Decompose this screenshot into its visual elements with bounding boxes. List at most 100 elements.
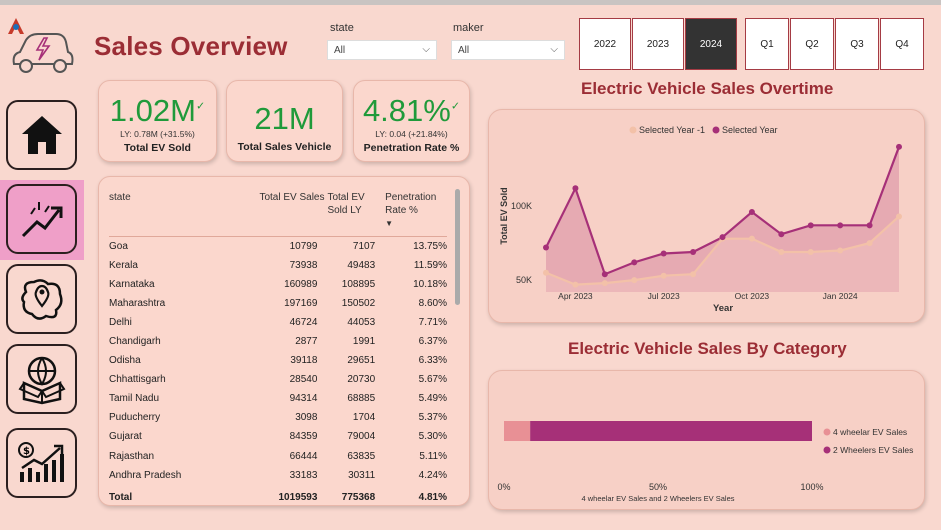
maker-filter-value: All [458,45,470,56]
table-row[interactable]: Goa 10799 7107 13.75% [109,237,447,256]
nav-global-shipping-button[interactable] [6,344,77,414]
data-point-previous-year [631,277,638,284]
x-tick-label: Apr 2023 [558,291,593,301]
kpi-penetration-rate: 4.81%✓ LY: 0.04 (+21.84%) Penetration Ra… [353,80,470,162]
data-point-selected-year [572,185,579,192]
cell-total-ev-sales: 73938 [289,259,318,271]
chart-title-sales-overtime: Electric Vehicle Sales Overtime [581,79,834,98]
cell-total-ev-sold-ly: 68885 [347,393,376,405]
table-row[interactable]: Odisha 39118 29651 6.33% [109,351,447,370]
nav-home-button[interactable] [6,100,77,170]
column-header-penetration-rate[interactable]: Penetration Rate % ▼ [385,191,447,237]
globe-box-icon [18,356,65,405]
cell-penetration-rate: 5.67% [418,374,447,386]
table-row[interactable]: Kerala 73938 49483 11.59% [109,256,447,275]
nav-revenue-growth-button[interactable]: $ [6,428,77,498]
x-axis-label: Year [713,303,733,314]
nav-sales-trend-button[interactable] [6,184,77,254]
data-point-previous-year [690,271,697,278]
cell-total-ev-sold-ly: 7107 [352,240,376,252]
cell-state: Gujarat [109,431,142,443]
data-point-selected-year [778,231,785,238]
scrollbar-thumb[interactable] [455,189,460,305]
sort-descending-icon: ▼ [385,219,394,228]
data-point-previous-year [837,247,844,254]
data-point-previous-year [807,249,814,255]
cell-total-ev-sales: 197169 [284,297,318,309]
legend-marker-2-wheeler [823,446,831,454]
nav-state-map-button[interactable] [6,264,77,334]
kpi-label: Total EV Sold [124,142,191,154]
chevron-down-icon: ⌵ [422,44,430,55]
data-point-previous-year [748,235,755,242]
quarter-button-q1[interactable]: Q1 [745,18,789,70]
table-row[interactable]: Karnataka 160989 108895 10.18% [109,275,447,294]
cell-total-ev-sales: 3098 [295,412,318,424]
data-point-selected-year [748,209,755,215]
year-button-2023[interactable]: 2023 [632,18,684,70]
table-row[interactable]: Andhra Pradesh 33183 30311 4.24% [109,466,447,485]
kpi-value: 1.02M [109,93,196,128]
legend-label-previous-year: Selected Year -1 [639,125,705,135]
cell-penetration-rate: 5.37% [418,412,447,424]
total-cell: 4.81% [418,491,447,503]
data-point-selected-year [719,234,726,241]
quarter-button-q4[interactable]: Q4 [880,18,924,70]
table-body: Goa 10799 7107 13.75% Kerala 73938 49483 11.59%… [109,237,447,504]
cell-penetration-rate: 6.33% [418,355,447,367]
cell-total-ev-sales: 94314 [289,393,318,405]
year-button-2024[interactable]: 2024 [685,18,737,70]
column-header-label: Penetration Rate % [385,192,437,216]
column-header-state[interactable]: state [109,191,260,237]
column-header-total-ev-sales[interactable]: Total EV Sales [259,191,328,237]
cell-total-ev-sales: 2877 [295,336,318,348]
cell-penetration-rate: 11.59% [413,259,447,271]
cell-state: Goa [109,240,128,252]
table-total-row: Total 1019593 775368 4.81% [109,485,447,504]
table-row[interactable]: Delhi 46724 44053 7.71% [109,313,447,332]
legend-marker-previous-year [629,126,637,134]
cell-state: Rajasthan [109,450,155,462]
table-row[interactable]: Chhattisgarh 28540 20730 5.67% [109,370,447,389]
cell-total-ev-sales: 84359 [289,431,318,443]
y-tick-label: 100K [511,201,532,211]
cell-total-ev-sales: 28540 [289,374,318,386]
kpi-value: 4.81% [362,93,451,128]
data-point-selected-year [690,249,697,255]
year-button-2022[interactable]: 2022 [579,18,631,70]
quarter-button-q3[interactable]: Q3 [835,18,879,70]
data-point-previous-year [572,281,579,288]
cell-state: Andhra Pradesh [109,469,182,481]
cell-state: Maharashtra [109,297,166,309]
cell-total-ev-sales: 33183 [289,469,318,481]
data-point-previous-year [896,213,902,220]
home-icon [21,116,62,154]
table-scrollbar[interactable] [455,189,460,485]
table-row[interactable]: Chandigarh 2877 1991 6.37% [109,332,447,351]
data-point-selected-year [660,250,667,257]
cell-state: Tamil Nadu [109,393,160,405]
state-filter-dropdown[interactable]: All ⌵ [327,40,437,60]
cell-penetration-rate: 5.49% [418,393,447,405]
cell-total-ev-sold-ly: 49483 [347,259,376,271]
quarter-button-q2[interactable]: Q2 [790,18,834,70]
bar-segment-4-wheeler [504,421,531,441]
cell-total-ev-sold-ly: 63835 [347,450,376,462]
cell-state: Karnataka [109,278,155,290]
cell-total-ev-sales: 39118 [290,355,318,367]
cell-total-ev-sold-ly: 20730 [347,374,376,386]
cell-total-ev-sold-ly: 1704 [352,412,376,424]
check-icon: ✓ [450,100,461,113]
table-row[interactable]: Rajasthan 66444 63835 5.11% [109,447,447,466]
table-row[interactable]: Maharashtra 197169 150502 8.60% [109,294,447,313]
table-row[interactable]: Puducherry 3098 1704 5.37% [109,408,447,427]
column-header-total-ev-sold-ly[interactable]: Total EV Sold LY [327,191,386,237]
x-axis-label: 4 wheelar EV Sales and 2 Wheelers EV Sal… [582,494,735,503]
state-filter-value: All [334,45,346,56]
table-row[interactable]: Gujarat 84359 79004 5.30% [109,427,447,446]
trend-up-icon [21,202,62,238]
maker-filter-dropdown[interactable]: All ⌵ [451,40,565,60]
table-row[interactable]: Tamil Nadu 94314 68885 5.49% [109,389,447,408]
cell-total-ev-sold-ly: 108895 [341,278,376,290]
cell-state: Kerala [109,259,138,271]
